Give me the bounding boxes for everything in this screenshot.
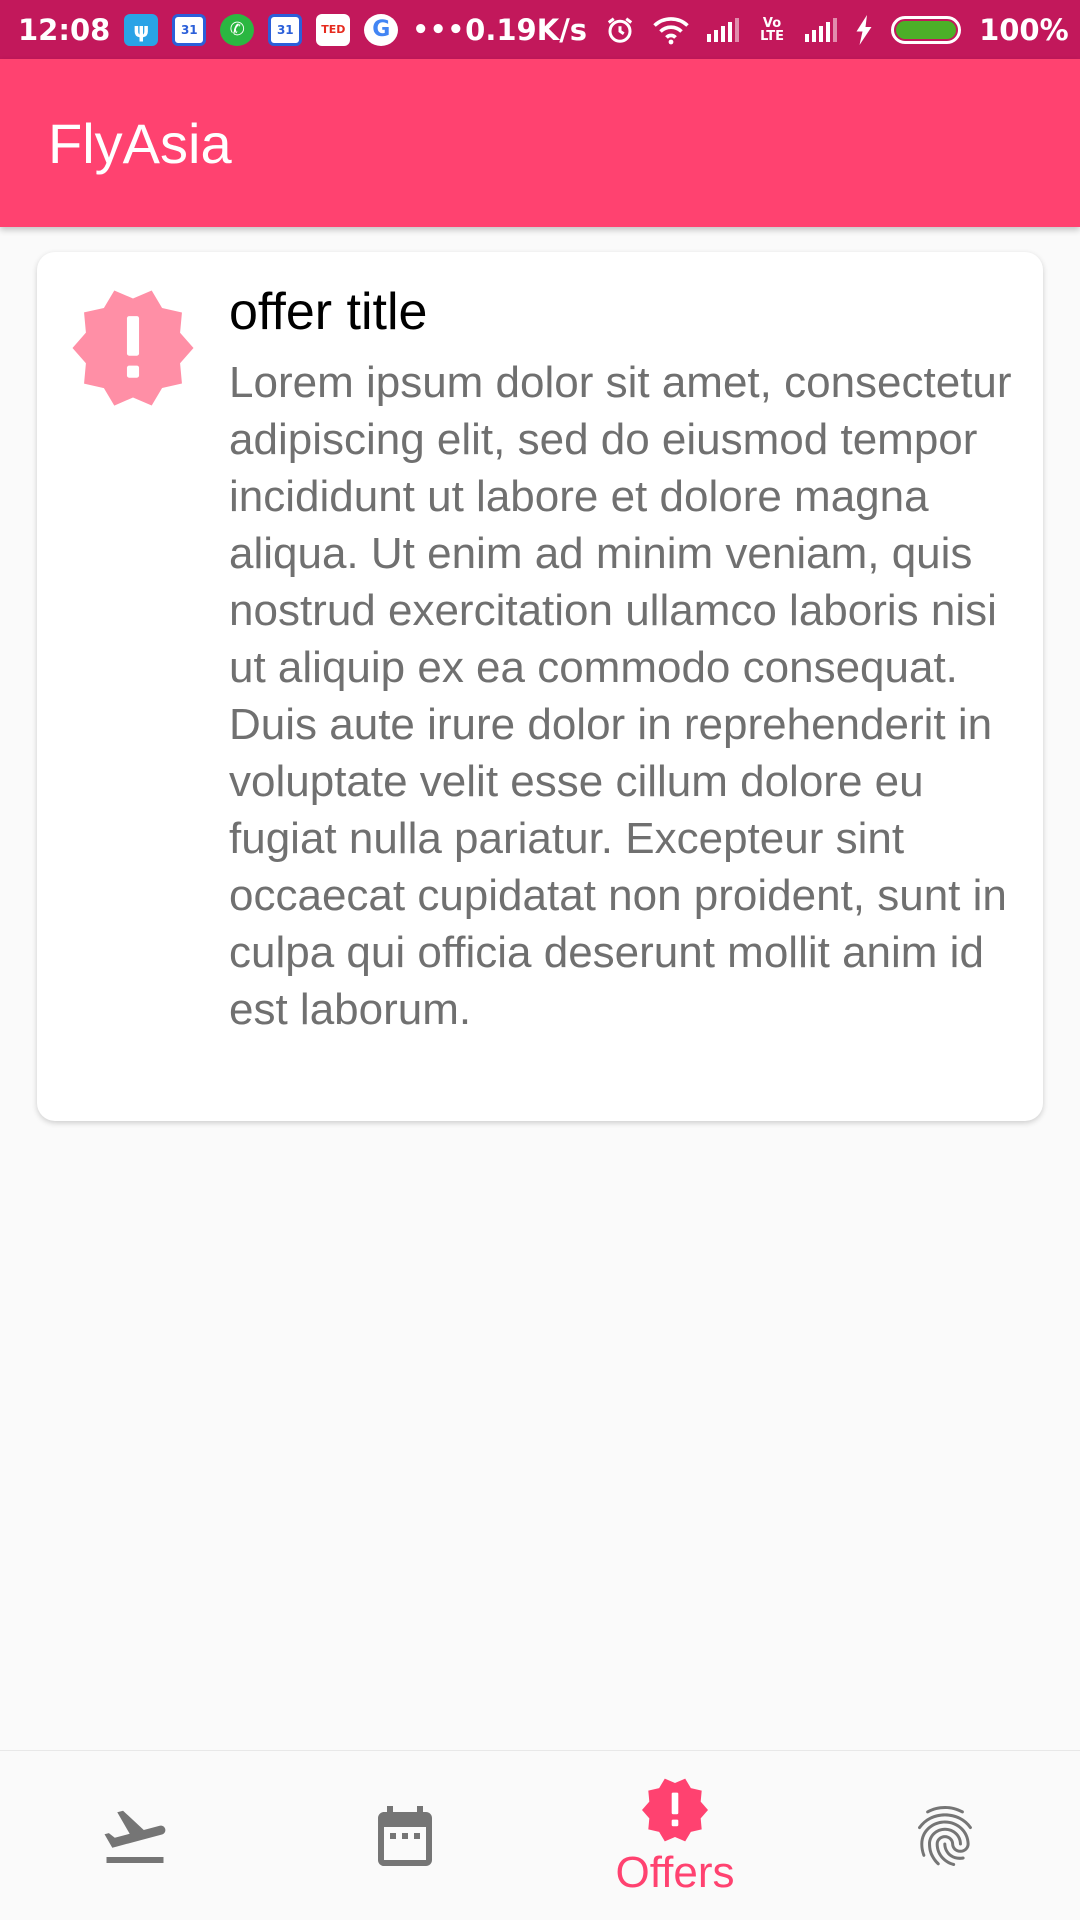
calendar-icon: 31: [172, 13, 207, 46]
status-bar: 12:08 ψ 31 ✆ 31 TED G ••• 0.19K/s Vo LTE…: [0, 0, 1080, 59]
nav-item-fingerprint[interactable]: [810, 1751, 1080, 1920]
offer-card[interactable]: offer title Lorem ipsum dolor sit amet, …: [37, 252, 1043, 1121]
network-speed: 0.19K/s: [465, 12, 588, 47]
screen: 12:08 ψ 31 ✆ 31 TED G ••• 0.19K/s Vo LTE…: [0, 0, 1080, 1920]
offer-description: Lorem ipsum dolor sit amet, consectetur …: [229, 358, 1012, 1034]
flight-takeoff-icon: [104, 1810, 166, 1863]
signal-icon-2: [805, 17, 838, 42]
nav-label-offers: Offers: [615, 1847, 735, 1897]
volte-label: Vo LTE: [760, 15, 784, 44]
offer-title: offer title: [229, 283, 428, 341]
bottom-navigation: Offers: [0, 1750, 1080, 1920]
new-releases-icon: [642, 1778, 708, 1841]
charging-icon: [856, 14, 872, 45]
nav-item-offers[interactable]: Offers: [540, 1751, 810, 1920]
whatsapp-icon: ✆: [220, 13, 255, 46]
battery-level: 100%: [979, 12, 1069, 47]
battery-icon: [891, 15, 962, 44]
signal-icon: [707, 17, 740, 42]
overflow-dots: •••: [412, 14, 466, 45]
app-bar: FlyAsia: [0, 59, 1080, 227]
alarm-icon: [607, 17, 633, 43]
usb-icon: ψ: [124, 13, 159, 46]
fingerprint-icon: [917, 1805, 972, 1866]
wifi-icon: [653, 16, 689, 44]
nav-item-flights[interactable]: [0, 1751, 270, 1920]
google-icon: G: [364, 13, 399, 46]
calendar-icon: 31: [268, 13, 303, 46]
status-time: 12:08: [18, 12, 111, 47]
nav-item-calendar[interactable]: [270, 1751, 540, 1920]
status-left: 12:08 ψ 31 ✆ 31 TED G •••: [18, 13, 465, 47]
app-title: FlyAsia: [48, 111, 232, 175]
new-releases-icon: [72, 290, 194, 406]
status-right: 0.19K/s Vo LTE 100%: [465, 13, 1068, 47]
calendar-icon: [378, 1805, 432, 1866]
ted-icon: TED: [316, 13, 351, 46]
